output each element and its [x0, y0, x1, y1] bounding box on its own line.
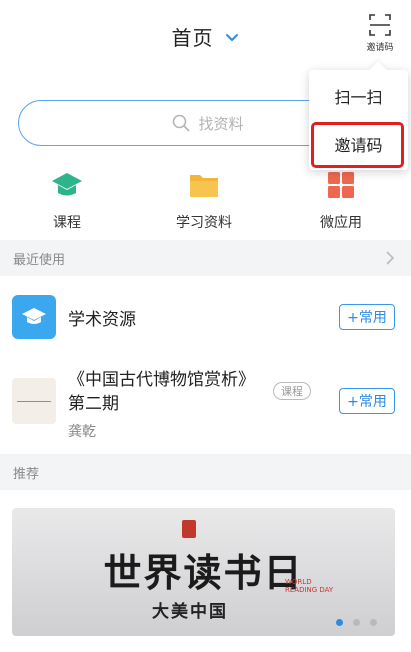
- banner-subtitle: 大美中国: [152, 602, 228, 622]
- list-item-title: 《中国古代博物馆赏析》第二期: [68, 370, 255, 414]
- title-dropdown[interactable]: 首页: [0, 22, 411, 51]
- list-item[interactable]: 学术资源 +常用: [0, 276, 411, 360]
- quick-micro-apps[interactable]: 微应用: [281, 170, 401, 232]
- course-icon: [51, 170, 83, 200]
- carousel-dot[interactable]: [336, 619, 343, 626]
- add-favorite-button[interactable]: +常用: [339, 304, 395, 330]
- page-title: 首页: [171, 26, 214, 50]
- carousel-dot[interactable]: [353, 619, 360, 626]
- recommend-header-label: 推荐: [13, 466, 40, 482]
- add-favorite-button[interactable]: +常用: [339, 388, 395, 414]
- chevron-right-icon: [386, 251, 395, 265]
- top-bar: 首页 邀请码: [0, 0, 411, 60]
- popup-menu: 扫一扫 邀请码: [309, 61, 408, 170]
- folder-icon: [188, 170, 220, 200]
- course-thumbnail: [12, 378, 56, 424]
- chevron-down-icon: [225, 33, 238, 41]
- recent-section-header[interactable]: 最近使用: [0, 240, 411, 276]
- list-item[interactable]: 《中国古代博物馆赏析》第二期 课程 龚乾 +常用: [0, 360, 411, 454]
- search-icon: [173, 114, 190, 132]
- scan-icon: [369, 14, 391, 36]
- scan-invite-button[interactable]: 邀请码: [363, 14, 397, 54]
- quick-study-materials[interactable]: 学习资料: [144, 170, 264, 232]
- menu-item-scan[interactable]: 扫一扫: [309, 74, 408, 118]
- seal-stamp: [182, 520, 196, 538]
- carousel-dot[interactable]: [370, 619, 377, 626]
- recommend-banner[interactable]: 世界读书日 WORLD READING DAY 大美中国: [12, 508, 395, 636]
- banner-english: WORLD READING DAY: [285, 578, 334, 594]
- list-item-title: 学术资源: [68, 310, 136, 330]
- academic-resource-icon: [12, 295, 56, 339]
- search-placeholder: 找资料: [198, 114, 244, 133]
- scan-label: 邀请码: [366, 43, 394, 53]
- menu-item-invite-code[interactable]: 邀请码: [309, 122, 408, 166]
- recent-list: 学术资源 +常用 《中国古代博物馆赏析》第二期 课程 龚乾 +常用: [0, 276, 411, 454]
- quick-micro-apps-label: 微应用: [320, 215, 362, 231]
- recommend-section-header: 推荐: [0, 454, 411, 490]
- recommend-panel: 世界读书日 WORLD READING DAY 大美中国: [0, 490, 411, 652]
- quick-course[interactable]: 课程: [7, 170, 127, 232]
- course-tag: 课程: [273, 382, 311, 400]
- author-name: 龚乾: [68, 424, 96, 440]
- quick-study-materials-label: 学习资料: [176, 215, 232, 231]
- apps-grid-icon: [325, 170, 357, 200]
- quick-course-label: 课程: [53, 215, 81, 231]
- carousel-dots[interactable]: [336, 619, 377, 626]
- recent-header-label: 最近使用: [13, 252, 66, 268]
